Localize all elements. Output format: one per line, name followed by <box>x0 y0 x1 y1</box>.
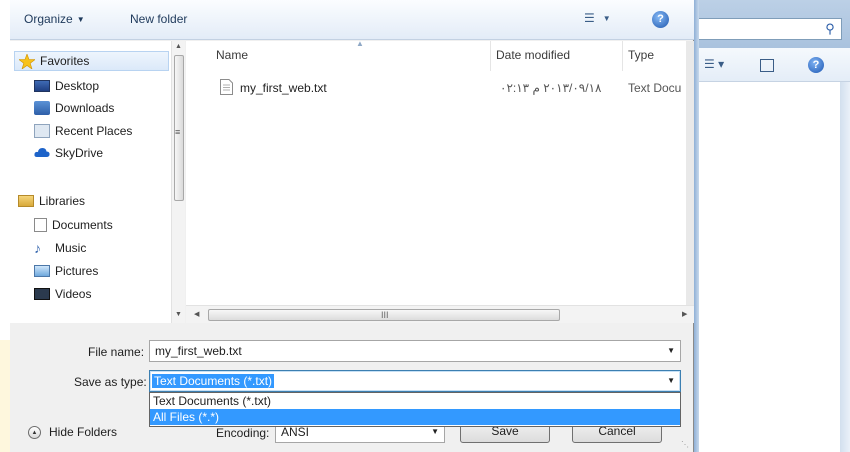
preview-pane-icon[interactable] <box>760 59 774 72</box>
search-icon[interactable]: ⚲ <box>819 19 841 39</box>
nav-libraries[interactable]: Libraries <box>18 191 85 211</box>
file-date: ٢٠١٣/٠٩/١٨ م ٠٢:١٣ <box>500 81 602 95</box>
scroll-grip-label: III <box>381 310 389 320</box>
videos-icon <box>34 288 50 300</box>
save-as-dialog: Organize ▼ New folder ☰ ▼ ? Favorites Desk… <box>10 0 699 452</box>
column-separator <box>622 41 623 71</box>
text-file-icon <box>220 79 233 98</box>
nav-label: Downloads <box>55 101 115 115</box>
save-type-label: Save as type: <box>74 375 147 389</box>
scroll-grip-icon: ≡ <box>175 127 181 137</box>
nav-item-desktop[interactable]: Desktop <box>34 76 99 96</box>
nav-label: Libraries <box>39 194 86 208</box>
dropdown-option-highlighted[interactable]: All Files (*.*) <box>150 409 680 425</box>
chevron-down-icon[interactable]: ▼ <box>667 376 675 385</box>
nav-label: Pictures <box>55 264 99 278</box>
star-icon <box>18 53 36 70</box>
help-icon[interactable]: ? <box>652 11 669 28</box>
view-options-icon[interactable]: ☰ ▾ <box>704 57 724 73</box>
encoding-label: Encoding: <box>216 426 270 440</box>
encoding-value: ANSI <box>281 425 310 439</box>
libraries-icon <box>18 195 34 207</box>
nav-item-documents[interactable]: Documents <box>34 215 113 235</box>
background-window: ⚲ ☰ ▾ ? <box>690 0 850 452</box>
downloads-icon <box>34 101 50 115</box>
background-window-border <box>840 82 850 452</box>
nav-favorites[interactable]: Favorites <box>14 51 169 71</box>
hide-folders-label: Hide Folders <box>49 425 118 439</box>
file-type: Text Docu <box>628 81 682 95</box>
background-search-box[interactable]: ⚲ <box>694 18 842 40</box>
scroll-right-icon[interactable]: ▶ <box>682 310 687 318</box>
dropdown-option[interactable]: Text Documents (*.txt) <box>150 393 680 409</box>
horizontal-scrollbar[interactable]: ◀ III ▶ <box>186 305 694 323</box>
nav-label: Desktop <box>55 79 100 93</box>
nav-label: Videos <box>55 287 92 301</box>
save-type-value: Text Documents (*.txt) <box>152 374 275 388</box>
background-toolbar: ☰ ▾ ? <box>690 48 850 82</box>
hide-folders-button[interactable]: ▲ Hide Folders <box>28 425 117 439</box>
dialog-toolbar: Organize ▼ New folder ☰ ▼ ? <box>10 0 694 40</box>
recent-places-icon <box>34 124 50 138</box>
chevron-down-icon[interactable]: ▼ <box>667 346 675 355</box>
help-icon[interactable]: ? <box>808 57 824 73</box>
scroll-down-icon[interactable]: ▼ <box>175 311 182 318</box>
cloud-icon <box>34 146 50 160</box>
desktop-icon <box>34 80 50 92</box>
sort-arrow-icon: ▲ <box>356 39 364 48</box>
file-row[interactable]: my_first_web.txt ٢٠١٣/٠٩/١٨ م ٠٢:١٣ Text… <box>216 77 694 99</box>
new-folder-button[interactable]: New folder <box>130 12 187 26</box>
chevron-down-icon[interactable]: ▼ <box>431 427 439 436</box>
file-name-value: my_first_web.txt <box>155 344 242 358</box>
nav-item-downloads[interactable]: Downloads <box>34 98 114 118</box>
file-name-field[interactable]: my_first_web.txt ▼ <box>149 340 681 362</box>
chevron-up-icon: ▲ <box>28 425 41 439</box>
column-header-name[interactable]: Name <box>216 48 248 62</box>
nav-label: Documents <box>52 218 113 232</box>
horizontal-scrollbar-thumb[interactable]: III <box>208 309 560 321</box>
nav-label: SkyDrive <box>55 146 104 160</box>
column-separator <box>490 41 491 71</box>
nav-label: Favorites <box>40 54 90 68</box>
view-list-icon: ☰ <box>584 11 595 25</box>
scroll-up-icon[interactable]: ▲ <box>175 43 182 50</box>
nav-label: Music <box>55 241 87 255</box>
nav-item-recent-places[interactable]: Recent Places <box>34 121 132 141</box>
document-icon <box>34 218 47 232</box>
organize-label: Organize <box>24 12 73 26</box>
column-header-date[interactable]: Date modified <box>496 48 570 62</box>
navigation-pane: Favorites Desktop Downloads Recent Place… <box>10 41 185 323</box>
file-name: my_first_web.txt <box>240 81 327 95</box>
file-list: Name ▲ Date modified Type my_first_web.t… <box>186 39 694 323</box>
nav-item-pictures[interactable]: Pictures <box>34 261 98 281</box>
music-icon: ♪ <box>34 240 41 256</box>
chevron-down-icon: ▼ <box>76 15 85 24</box>
column-header-type[interactable]: Type <box>628 48 654 62</box>
organize-button[interactable]: Organize ▼ <box>24 12 85 26</box>
nav-label: Recent Places <box>55 124 133 138</box>
resize-grip-icon[interactable]: ⋱ <box>681 440 689 449</box>
chevron-down-icon: ▼ <box>602 14 611 23</box>
save-type-dropdown: Text Documents (*.txt) All Files (*.*) <box>149 392 681 427</box>
nav-item-videos[interactable]: Videos <box>34 284 91 304</box>
pictures-icon <box>34 265 50 277</box>
file-name-label: File name: <box>88 345 145 359</box>
file-list-edge <box>686 41 694 305</box>
dialog-edge <box>694 0 699 452</box>
nav-item-skydrive[interactable]: SkyDrive <box>34 143 103 163</box>
nav-scrollbar[interactable]: ▲ ≡ ▼ <box>171 41 185 323</box>
nav-item-music[interactable]: ♪ Music <box>34 238 86 258</box>
save-type-select[interactable]: Text Documents (*.txt) ▼ <box>149 370 681 392</box>
view-options-button[interactable]: ☰ ▼ <box>584 11 611 25</box>
scroll-left-icon[interactable]: ◀ <box>194 310 199 318</box>
